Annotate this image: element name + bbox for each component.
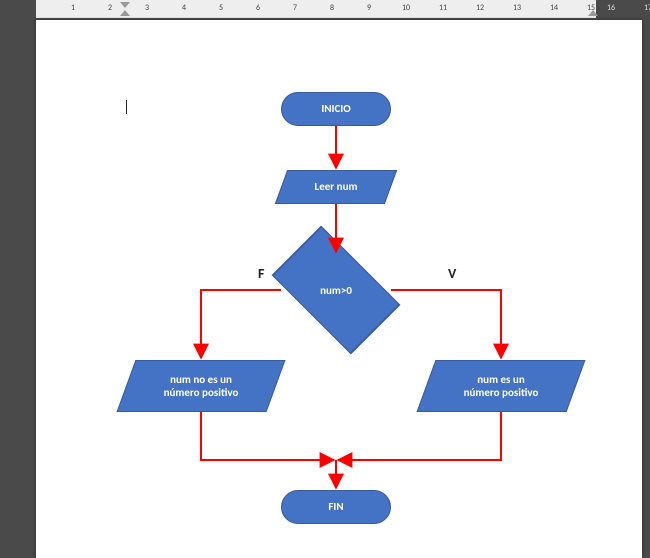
flow-io-false-line1: num no es un bbox=[170, 373, 232, 386]
flow-io-false[interactable]: num no es un número positivo bbox=[126, 360, 276, 412]
ruler-num: 16 bbox=[607, 3, 615, 13]
flow-start-label: INICIO bbox=[321, 102, 350, 115]
flow-io-true[interactable]: num es un número positivo bbox=[426, 360, 576, 412]
ruler-num: 4 bbox=[182, 3, 186, 13]
indent-marker-top[interactable] bbox=[120, 2, 130, 8]
flow-end[interactable]: FIN bbox=[281, 490, 391, 524]
branch-true-label: V bbox=[448, 265, 456, 282]
ruler-num: 3 bbox=[145, 3, 149, 13]
ruler-num: 14 bbox=[550, 3, 558, 13]
ruler-num: 13 bbox=[513, 3, 521, 13]
page[interactable]: INICIO Leer num num>0 F V num no es un n… bbox=[36, 20, 642, 558]
flow-io-true-line2: número positivo bbox=[464, 386, 539, 399]
flow-decision-label: num>0 bbox=[320, 284, 352, 297]
flow-end-label: FIN bbox=[328, 500, 343, 513]
ruler-num: 2 bbox=[108, 3, 112, 13]
horizontal-ruler: 1 2 3 4 5 6 7 8 9 10 11 12 13 14 15 16 1… bbox=[0, 0, 650, 18]
ruler-num: 12 bbox=[476, 3, 484, 13]
ruler-num: 5 bbox=[219, 3, 223, 13]
ruler-num: 1 bbox=[71, 3, 75, 13]
right-indent-marker[interactable] bbox=[588, 10, 598, 16]
ruler-num: 7 bbox=[293, 3, 297, 13]
ruler-num: 10 bbox=[402, 3, 410, 13]
flow-io-read[interactable]: Leer num bbox=[281, 170, 391, 204]
branch-false-label: F bbox=[258, 265, 264, 282]
flow-io-true-line1: num es un bbox=[477, 373, 524, 386]
flow-io-false-line2: número positivo bbox=[164, 386, 239, 399]
document-canvas[interactable]: INICIO Leer num num>0 F V num no es un n… bbox=[6, 18, 650, 558]
text-cursor bbox=[126, 100, 127, 114]
ruler-num: 8 bbox=[330, 3, 334, 13]
flow-start[interactable]: INICIO bbox=[281, 92, 391, 126]
ruler-num: 6 bbox=[256, 3, 260, 13]
flow-decision[interactable]: num>0 bbox=[301, 255, 371, 325]
indent-marker-bottom[interactable] bbox=[120, 10, 130, 16]
flow-io-read-label: Leer num bbox=[315, 180, 358, 193]
ruler-num: 17 bbox=[644, 3, 650, 13]
ruler-num: 11 bbox=[439, 3, 447, 13]
ruler-num: 9 bbox=[367, 3, 371, 13]
